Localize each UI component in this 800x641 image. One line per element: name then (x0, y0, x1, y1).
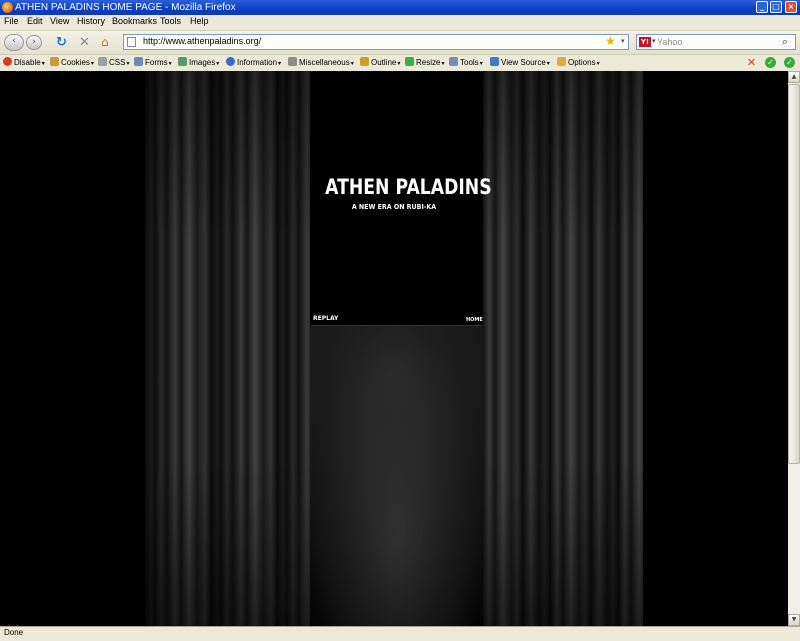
dev-resize-label: Resize (416, 58, 441, 67)
close-window-button[interactable]: × (785, 1, 797, 13)
replay-link[interactable]: REPLAY (313, 315, 338, 322)
home-icon[interactable]: ⌂ (101, 35, 109, 50)
menu-help[interactable]: Help (190, 16, 209, 26)
resize-icon (405, 57, 414, 66)
dev-disable-label: Disable (14, 58, 41, 67)
dev-forms-label: Forms (145, 58, 168, 67)
forms-icon (134, 57, 143, 66)
menu-bar: File Edit View History Bookmarks Tools H… (0, 15, 800, 31)
dev-options-menu[interactable]: Options▾ (557, 57, 600, 69)
search-icon[interactable]: ⌕ (782, 35, 788, 49)
dev-resize-menu[interactable]: Resize▾ (405, 57, 444, 69)
scroll-thumb[interactable] (788, 84, 800, 464)
css-valid-icon[interactable]: ✓ (765, 57, 776, 68)
url-text[interactable]: http://www.athenpaladins.org/ (143, 36, 261, 46)
tools-icon (449, 57, 458, 66)
minimize-button[interactable]: _ (756, 1, 768, 13)
dev-miscellaneous-label: Miscellaneous (299, 58, 350, 67)
dev-forms-menu[interactable]: Forms▾ (134, 57, 172, 69)
maximize-button[interactable]: □ (770, 1, 782, 13)
dev-css-label: CSS (109, 58, 126, 67)
back-button[interactable]: ‹ (4, 34, 24, 51)
window-title: ATHEN PALADINS HOME PAGE - Mozilla Firef… (15, 2, 236, 13)
cookies-icon (50, 57, 59, 66)
page-content: ATHEN PALADINS A NEW ERA ON RUBI-KA REPL… (0, 71, 788, 626)
dev-cookies-menu[interactable]: Cookies▾ (50, 57, 94, 69)
url-dropdown-icon[interactable]: ▾ (621, 37, 625, 45)
scroll-down-button[interactable]: ▼ (788, 614, 800, 626)
dev-tools-label: Tools (460, 58, 479, 67)
menu-edit[interactable]: Edit (27, 16, 43, 26)
site-tagline: A NEW ERA ON RUBI-KA (351, 203, 437, 211)
search-engine-dropdown-icon[interactable]: ▾ (652, 37, 656, 45)
dev-outline-menu[interactable]: Outline▾ (360, 57, 400, 69)
window-title-bar: ATHEN PALADINS HOME PAGE - Mozilla Firef… (0, 0, 800, 15)
panel-divider (311, 325, 483, 326)
images-icon (178, 57, 187, 66)
dev-css-menu[interactable]: CSS▾ (98, 57, 129, 69)
error-status-icon[interactable]: ✕ (746, 57, 757, 68)
menu-view[interactable]: View (50, 16, 69, 26)
dev-miscellaneous-menu[interactable]: Miscellaneous▾ (288, 57, 354, 69)
left-curtain (145, 71, 310, 626)
dev-images-label: Images (189, 58, 216, 67)
dev-tools-menu[interactable]: Tools▾ (449, 57, 483, 69)
dev-outline-label: Outline (371, 58, 397, 67)
menu-tools[interactable]: Tools (160, 16, 181, 26)
disable-icon (3, 57, 12, 66)
right-curtain (483, 71, 643, 626)
center-light (310, 321, 485, 626)
js-valid-icon[interactable]: ✓ (784, 57, 795, 68)
css-icon (98, 57, 107, 66)
dev-options-label: Options (568, 58, 596, 67)
dev-images-menu[interactable]: Images▾ (178, 57, 219, 69)
url-bar[interactable]: http://www.athenpaladins.org/ ★ ▾ (123, 34, 629, 50)
miscellaneous-icon (288, 57, 297, 66)
outline-icon (360, 57, 369, 66)
site-title: ATHEN PALADINS (325, 175, 492, 199)
bookmark-star-icon[interactable]: ★ (605, 34, 616, 48)
menu-bookmarks[interactable]: Bookmarks (112, 16, 157, 26)
status-bar: Done (0, 626, 800, 641)
home-link[interactable]: HOME (466, 317, 483, 323)
firefox-icon (2, 2, 13, 13)
reload-icon[interactable]: ↻ (56, 35, 67, 50)
view-source-icon (490, 57, 499, 66)
dev-information-label: Information (237, 58, 278, 67)
web-developer-toolbar: Disable▾ Cookies▾ CSS▾ Forms▾ Images▾ In… (0, 55, 800, 72)
dev-view-source-menu[interactable]: View Source▾ (490, 57, 550, 69)
dev-information-menu[interactable]: Information▾ (226, 57, 281, 69)
search-input[interactable] (657, 36, 777, 48)
dev-cookies-label: Cookies (61, 58, 90, 67)
forward-button[interactable]: › (26, 35, 42, 50)
dev-disable-menu[interactable]: Disable▾ (3, 57, 45, 69)
search-box[interactable]: Y! ▾ ⌕ (636, 34, 796, 50)
status-text: Done (4, 628, 24, 637)
page-icon (127, 37, 136, 47)
stop-icon[interactable]: ✕ (79, 35, 90, 50)
vertical-scrollbar[interactable]: ▲ ▼ (788, 71, 800, 626)
scroll-up-button[interactable]: ▲ (788, 71, 800, 83)
dev-view-source-label: View Source (501, 58, 546, 67)
menu-history[interactable]: History (77, 16, 105, 26)
information-icon (226, 57, 235, 66)
menu-file[interactable]: File (4, 16, 19, 26)
yahoo-engine-icon[interactable]: Y! (639, 37, 651, 47)
options-icon (557, 57, 566, 66)
